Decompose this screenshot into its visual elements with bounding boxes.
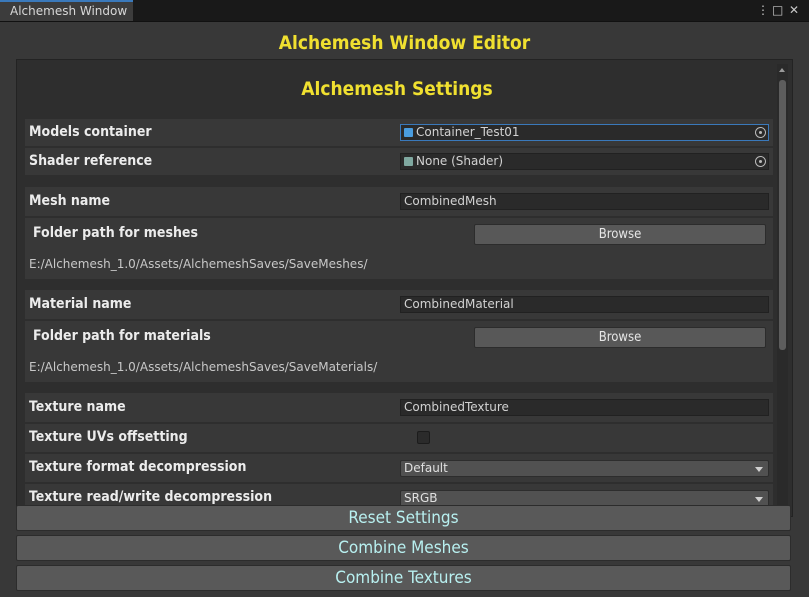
reset-settings-button[interactable]: Reset Settings (16, 505, 791, 531)
chevron-down-icon (755, 497, 763, 502)
mesh-folder-row: Folder path for meshes Browse (25, 218, 773, 250)
combine-textures-button[interactable]: Combine Textures (16, 565, 791, 591)
window-title: Alchemesh Window Editor (278, 32, 531, 54)
shader-reference-value: None (Shader) (416, 154, 503, 168)
uvs-offsetting-checkbox[interactable] (417, 431, 430, 444)
material-name-row: Material name CombinedMaterial (25, 290, 773, 319)
texture-name-label: Texture name (29, 399, 126, 415)
prefab-icon (404, 128, 413, 137)
mesh-path-row: E:/Alchemesh_1.0/Assets/AlchemeshSaves/S… (25, 250, 773, 279)
format-decompression-label: Texture format decompression (29, 459, 247, 475)
shader-reference-field[interactable]: None (Shader) (400, 153, 769, 170)
scroll-up-icon[interactable] (779, 68, 785, 72)
shader-reference-label: Shader reference (29, 153, 153, 169)
material-folder-row: Folder path for materials Browse (25, 321, 773, 353)
texture-name-row: Texture name CombinedTexture (25, 393, 773, 422)
partial-texture-label: Texture read/write decompression (29, 489, 273, 505)
maximize-icon[interactable]: □ (772, 1, 783, 19)
settings-panel: Alchemesh Settings Models container Cont… (16, 59, 793, 517)
editor-window: Alchemesh Window Editor Alchemesh Settin… (0, 22, 809, 597)
material-path-row: E:/Alchemesh_1.0/Assets/AlchemeshSaves/S… (25, 353, 773, 382)
close-icon[interactable]: ✕ (789, 1, 799, 19)
material-folder-path: E:/Alchemesh_1.0/Assets/AlchemeshSaves/S… (29, 360, 378, 374)
models-container-label: Models container (29, 124, 152, 140)
object-picker-icon[interactable] (755, 127, 766, 138)
uvs-offsetting-label: Texture UVs offsetting (29, 429, 188, 445)
window-tab-bar: Alchemesh Window ⋮ □ ✕ (0, 0, 809, 22)
shader-icon (404, 157, 413, 166)
models-container-value: Container_Test01 (416, 125, 520, 139)
format-decompression-row: Texture format decompression Default (25, 454, 773, 482)
uvs-offsetting-row: Texture UVs offsetting (25, 424, 773, 452)
material-name-label: Material name (29, 296, 132, 312)
mesh-name-label: Mesh name (29, 193, 111, 209)
settings-title: Alchemesh Settings (301, 78, 493, 100)
browse-materials-button[interactable]: Browse (474, 327, 766, 348)
shader-reference-row: Shader reference None (Shader) (25, 148, 773, 175)
mesh-name-row: Mesh name CombinedMesh (25, 187, 773, 216)
settings-scroll-content: Alchemesh Settings Models container Cont… (21, 64, 773, 516)
scrollbar-thumb[interactable] (779, 80, 786, 350)
chevron-down-icon (755, 467, 763, 472)
models-container-row: Models container Container_Test01 (25, 119, 773, 146)
format-decompression-value: Default (404, 461, 448, 475)
mesh-folder-label: Folder path for meshes (33, 225, 198, 241)
combine-meshes-button[interactable]: Combine Meshes (16, 535, 791, 561)
models-container-field[interactable]: Container_Test01 (400, 124, 769, 141)
menu-icon[interactable]: ⋮ (757, 1, 769, 19)
mesh-folder-path: E:/Alchemesh_1.0/Assets/AlchemeshSaves/S… (29, 257, 368, 271)
object-picker-icon[interactable] (755, 156, 766, 167)
partial-texture-value: SRGB (404, 491, 438, 505)
texture-name-input[interactable]: CombinedTexture (400, 399, 769, 416)
material-name-input[interactable]: CombinedMaterial (400, 296, 769, 313)
material-folder-label: Folder path for materials (33, 328, 211, 344)
format-decompression-dropdown[interactable]: Default (400, 460, 769, 477)
window-tab[interactable]: Alchemesh Window (0, 0, 133, 21)
settings-scrollbar[interactable] (777, 64, 788, 514)
mesh-name-input[interactable]: CombinedMesh (400, 193, 769, 210)
browse-meshes-button[interactable]: Browse (474, 224, 766, 245)
